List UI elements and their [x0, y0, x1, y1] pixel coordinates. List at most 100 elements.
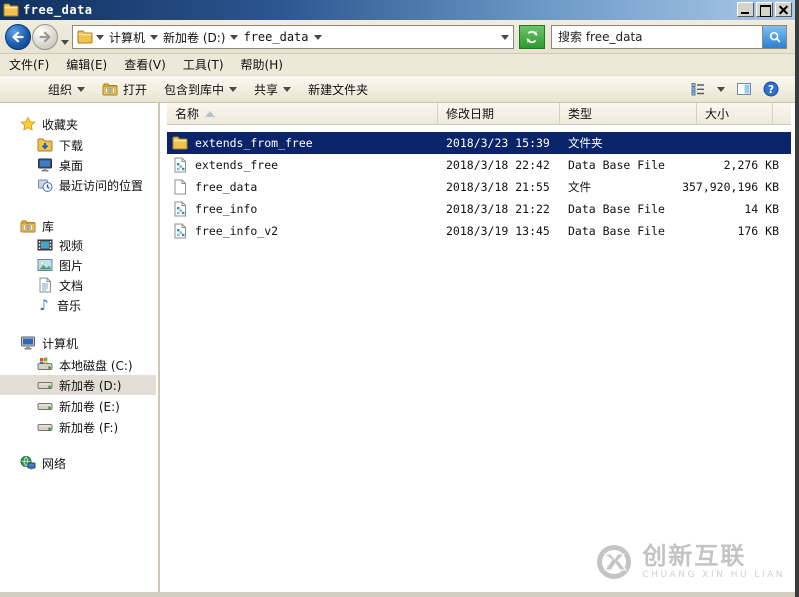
- file-row-extends-free[interactable]: extends_free 2018/3/18 22:42 Data Base F…: [167, 154, 791, 176]
- menu-tools[interactable]: 工具(T): [183, 56, 224, 73]
- menu-view[interactable]: 查看(V): [124, 56, 166, 73]
- sidebar-item-downloads[interactable]: 下载: [0, 135, 156, 155]
- sidebar-label: 新加卷 (F:): [59, 420, 119, 435]
- minimize-button[interactable]: [737, 2, 754, 17]
- search-icon: [768, 30, 782, 44]
- sidebar-label: 音乐: [57, 298, 82, 313]
- address-dropdown-icon[interactable]: [501, 34, 509, 40]
- open-folder-icon: [102, 81, 118, 97]
- file-date: 2018/3/23 15:39: [446, 136, 550, 150]
- search-box[interactable]: [551, 25, 787, 49]
- database-file-icon: [172, 201, 188, 217]
- database-file-icon: [172, 157, 188, 173]
- computer-icon: [20, 335, 36, 351]
- sidebar-label: 计算机: [42, 336, 79, 351]
- menu-edit[interactable]: 编辑(E): [66, 56, 107, 73]
- file-row-extends-from-free[interactable]: extends_from_free 2018/3/23 15:39 文件夹: [167, 132, 791, 154]
- sidebar-label: 网络: [42, 456, 67, 471]
- file-size: 176 KB: [737, 224, 779, 238]
- star-icon: [20, 116, 36, 132]
- views-icon[interactable]: [690, 81, 706, 97]
- sidebar-item-desktop[interactable]: 桌面: [0, 155, 156, 175]
- file-name: free_data: [195, 180, 258, 194]
- sidebar-item-music[interactable]: ♪ 音乐: [0, 295, 156, 315]
- sort-ascending-icon: [205, 110, 216, 117]
- chevron-down-icon[interactable]: [230, 34, 239, 40]
- views-dropdown-icon[interactable]: [717, 86, 725, 92]
- watermark-logo-icon: [594, 542, 634, 582]
- folder-icon: [3, 2, 19, 18]
- history-chevron[interactable]: [61, 34, 69, 48]
- drive-icon: [37, 398, 53, 414]
- breadcrumb-current-folder[interactable]: free_data: [241, 30, 310, 44]
- sidebar-item-favorites[interactable]: 收藏夹: [0, 114, 156, 134]
- sidebar-item-network[interactable]: 网络: [0, 453, 156, 473]
- libraries-icon: [20, 218, 36, 234]
- forward-button[interactable]: [32, 24, 58, 50]
- column-header-type[interactable]: 类型: [560, 103, 697, 124]
- close-button[interactable]: [775, 2, 792, 17]
- maximize-button[interactable]: [756, 2, 773, 17]
- chevron-down-icon[interactable]: [150, 34, 159, 40]
- breadcrumb-drive-d[interactable]: 新加卷 (D:): [161, 29, 227, 46]
- recent-places-icon: [37, 177, 53, 193]
- include-in-library-label: 包含到库中: [164, 82, 225, 97]
- new-folder-button[interactable]: 新建文件夹: [302, 78, 374, 101]
- help-icon[interactable]: [763, 81, 779, 97]
- column-header-name[interactable]: 名称: [167, 103, 438, 124]
- file-row-free-info[interactable]: free_info 2018/3/18 21:22 Data Base File…: [167, 198, 791, 220]
- main-area: 收藏夹 下载 桌面 最近访问的位置 库 视频 图片 文档 ♪ 音乐 计算机 本地…: [0, 103, 795, 592]
- desktop-icon: [37, 157, 53, 173]
- organize-label: 组织: [48, 82, 73, 97]
- drive-icon: [37, 419, 53, 435]
- sidebar-item-documents[interactable]: 文档: [0, 275, 156, 295]
- share-button[interactable]: 共享: [248, 78, 297, 101]
- sidebar-item-videos[interactable]: 视频: [0, 235, 156, 255]
- sidebar-item-recent-places[interactable]: 最近访问的位置: [0, 175, 156, 195]
- address-bar[interactable]: 计算机 新加卷 (D:) free_data: [72, 25, 514, 49]
- organize-button[interactable]: 组织: [42, 78, 91, 101]
- file-date: 2018/3/18 21:22: [446, 202, 550, 216]
- search-button[interactable]: [762, 26, 786, 48]
- open-button[interactable]: 打开: [96, 78, 153, 101]
- file-name: extends_free: [195, 158, 279, 172]
- sidebar-item-local-disk-c[interactable]: 本地磁盘 (C:): [0, 355, 156, 375]
- sidebar-item-pictures[interactable]: 图片: [0, 255, 156, 275]
- file-size: 14 KB: [744, 202, 779, 216]
- preview-pane-icon[interactable]: [736, 81, 752, 97]
- sidebar-item-volume-e[interactable]: 新加卷 (E:): [0, 396, 156, 416]
- title-bar[interactable]: free_data: [0, 0, 795, 20]
- explorer-window: free_data 计算机 新加卷 (D:) free_data 搜索 free…: [0, 0, 795, 597]
- column-header-date-modified[interactable]: 修改日期: [438, 103, 560, 124]
- column-header-size[interactable]: 大小: [697, 103, 773, 124]
- sidebar-label: 视频: [59, 238, 84, 253]
- sidebar-item-libraries[interactable]: 库: [0, 216, 156, 236]
- menu-file[interactable]: 文件(F): [9, 56, 49, 73]
- new-folder-label: 新建文件夹: [308, 82, 369, 97]
- file-row-free-data[interactable]: free_data 2018/3/18 21:55 文件 357,920,196…: [167, 176, 791, 198]
- include-in-library-button[interactable]: 包含到库中: [158, 78, 243, 101]
- navigation-pane: 收藏夹 下载 桌面 最近访问的位置 库 视频 图片 文档 ♪ 音乐 计算机 本地…: [0, 103, 160, 592]
- file-size: 357,920,196 KB: [682, 180, 779, 194]
- sidebar-item-computer[interactable]: 计算机: [0, 333, 156, 353]
- refresh-icon: [524, 29, 540, 45]
- sidebar-item-volume-d[interactable]: 新加卷 (D:): [0, 375, 156, 395]
- search-input[interactable]: [552, 27, 762, 47]
- column-label: 修改日期: [446, 107, 495, 121]
- file-row-free-info-v2[interactable]: free_info_v2 2018/3/19 13:45 Data Base F…: [167, 220, 791, 242]
- sidebar-item-volume-f[interactable]: 新加卷 (F:): [0, 417, 156, 437]
- file-type: Data Base File: [568, 224, 665, 238]
- folder-icon: [77, 29, 93, 45]
- back-button[interactable]: [5, 24, 31, 50]
- file-icon: [172, 179, 188, 195]
- chevron-down-icon: [61, 40, 69, 45]
- chevron-down-icon: [283, 86, 292, 92]
- refresh-button[interactable]: [519, 25, 545, 49]
- chevron-down-icon[interactable]: [313, 34, 322, 40]
- breadcrumb-computer[interactable]: 计算机: [107, 29, 147, 46]
- sidebar-label: 库: [42, 219, 55, 234]
- chevron-down-icon[interactable]: [96, 34, 104, 40]
- menu-help[interactable]: 帮助(H): [241, 56, 283, 73]
- open-label: 打开: [123, 82, 148, 97]
- command-toolbar: 组织 打开 包含到库中 共享 新建文件夹: [0, 76, 795, 103]
